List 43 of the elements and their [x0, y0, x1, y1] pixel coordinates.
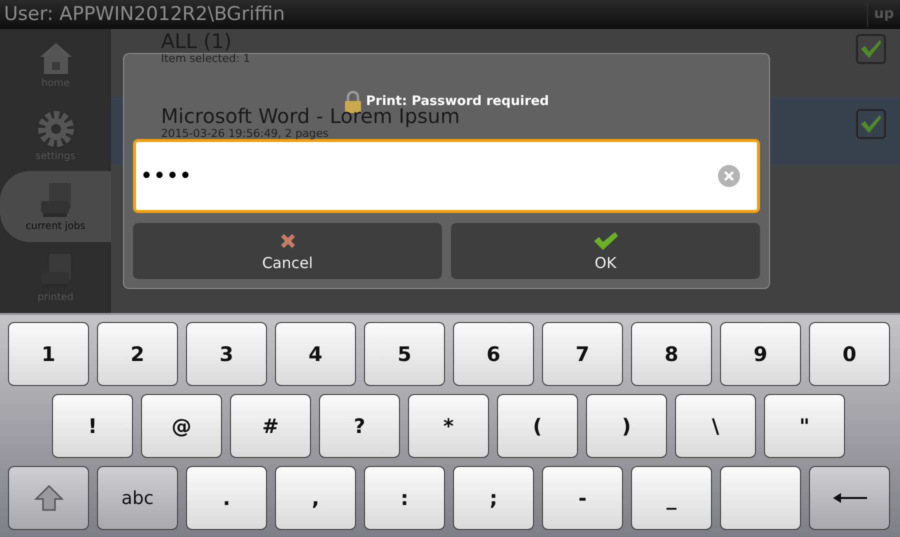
checkbox[interactable]	[856, 108, 886, 139]
keyboard-key[interactable]: _	[631, 466, 712, 530]
keyboard-key[interactable]: ;	[453, 466, 534, 530]
keyboard-key[interactable]: #	[230, 394, 311, 458]
keyboard-key[interactable]: ?	[319, 394, 400, 458]
keyboard-key[interactable]: 4	[275, 322, 356, 386]
keyboard-key[interactable]: abc	[97, 466, 178, 530]
space-key[interactable]	[720, 466, 801, 530]
keyboard-key[interactable]: 9	[720, 322, 801, 386]
backspace-arrow-icon	[832, 492, 866, 504]
keyboard-key[interactable]: -	[542, 466, 623, 530]
keyboard-key[interactable]: "	[764, 394, 845, 458]
check-mark-icon	[860, 38, 882, 59]
keyboard-key[interactable]: (	[497, 394, 578, 458]
job-details: 2015-03-26 19:56:49, 2 pages	[161, 126, 329, 140]
keyboard-key[interactable]: 3	[186, 322, 267, 386]
check-mark-icon	[592, 230, 618, 250]
shift-arrow-icon	[34, 483, 64, 513]
cancel-button[interactable]: Cancel	[133, 223, 442, 279]
gear-icon	[36, 108, 76, 149]
keyboard-key[interactable]: 7	[542, 322, 623, 386]
keyboard-key[interactable]: *	[408, 394, 489, 458]
keyboard-key[interactable]: 8	[631, 322, 712, 386]
keyboard-key[interactable]: 6	[453, 322, 534, 386]
check-mark-icon	[860, 114, 882, 134]
user-label: User: APPWIN2012R2\BGriffin	[4, 3, 285, 26]
keyboard-key[interactable]: 2	[97, 322, 178, 386]
keyboard-key[interactable]: ,	[275, 466, 356, 530]
checkbox[interactable]	[856, 34, 886, 64]
password-field[interactable]: ••••	[133, 139, 760, 213]
selection-count: Item selected: 1	[161, 52, 250, 65]
keyboard-key[interactable]: \	[675, 394, 756, 458]
keyboard-key[interactable]: .	[186, 466, 267, 530]
keyboard-key[interactable]: 0	[809, 322, 890, 386]
keyboard-key[interactable]: 1	[8, 322, 89, 386]
shift-key[interactable]	[8, 466, 89, 530]
keyboard-key[interactable]: )	[586, 394, 667, 458]
backspace-key[interactable]	[809, 466, 890, 530]
keyboard-key[interactable]: :	[364, 466, 445, 530]
keyboard-key[interactable]: 5	[364, 322, 445, 386]
keyboard-key[interactable]: @	[141, 394, 222, 458]
ok-button[interactable]: OK	[451, 223, 760, 279]
keyboard-key[interactable]: !	[52, 394, 133, 458]
